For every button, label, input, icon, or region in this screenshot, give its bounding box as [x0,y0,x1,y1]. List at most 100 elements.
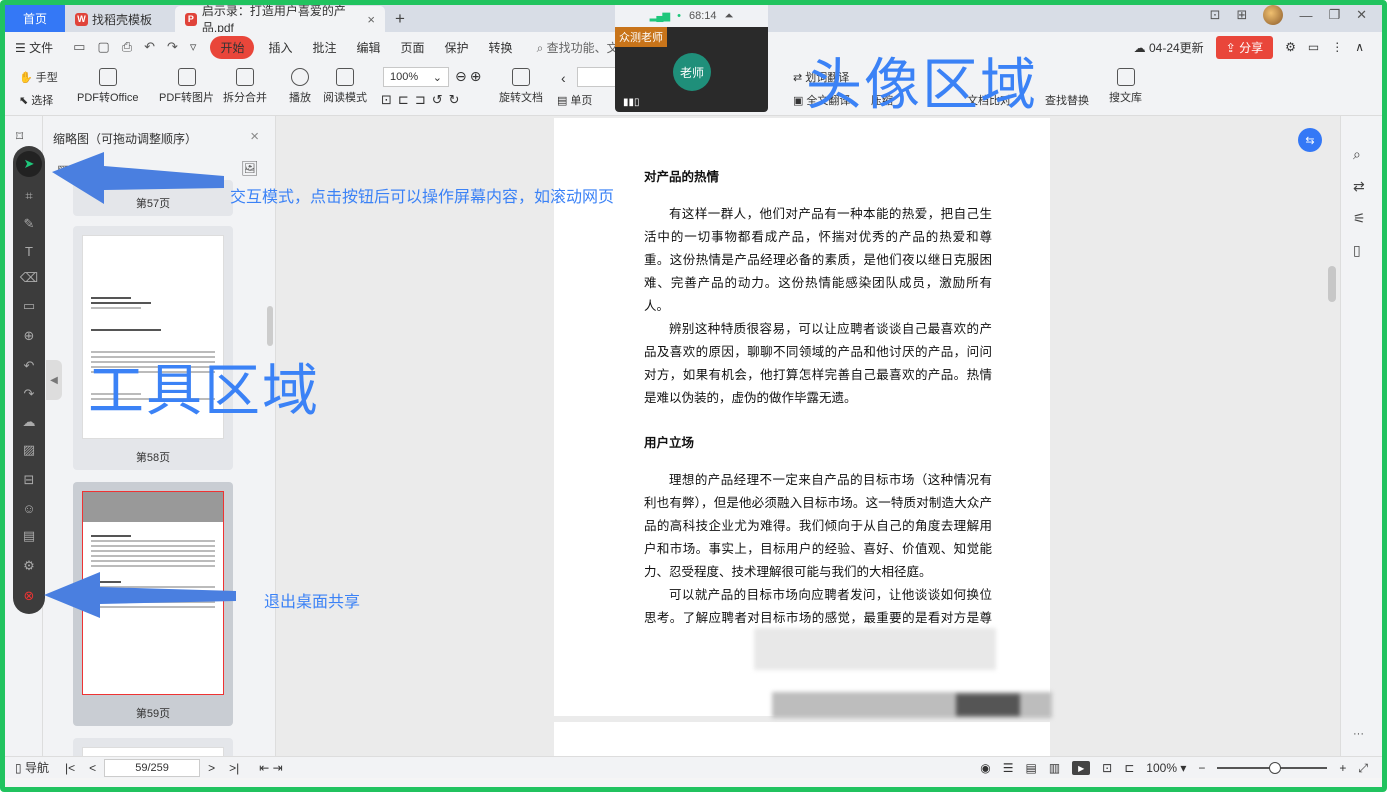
tab-document[interactable]: P 启示录：打造用户喜爱的产品.pdf × [175,4,385,35]
menu-file[interactable]: ☰ 文件 [5,39,63,56]
double-view-icon[interactable]: ▥ [1049,761,1060,775]
translate-icon[interactable]: ⇄ [1353,178,1365,195]
fit-status-icon[interactable]: ⊡ [1102,761,1112,775]
replace-button[interactable]: 查找替换 [1045,92,1089,108]
picture-annotation-icon[interactable]: ▨ [19,440,39,460]
zoom-status[interactable]: 100% ▾ [1146,761,1186,775]
target-icon[interactable]: ⊕ [19,326,39,346]
redo-annotation-icon[interactable]: ↷ [19,384,39,404]
read-mode-button[interactable]: 阅读模式 [323,68,367,105]
fit-width-icon[interactable]: ⊏ [398,92,409,108]
pen-icon[interactable]: ✎ [19,214,39,234]
undo-icon[interactable]: ↶ [144,39,155,55]
chat-icon[interactable]: ▤ [19,526,39,546]
search-icon[interactable]: ⌕ [1353,146,1361,163]
thumbnail-scrollbar[interactable] [267,306,273,346]
pdf-to-image-button[interactable]: PDF转图片 [159,68,214,105]
cloud-icon[interactable]: ☁ [19,412,39,432]
scroll-mode-icon[interactable]: ☰ [1003,761,1014,775]
nav-toggle[interactable]: ▯ 导航 [5,759,59,776]
interactive-pointer-icon[interactable]: ➤ [16,151,42,177]
bookmark-icon[interactable]: ⌑ [16,128,23,145]
update-status[interactable]: ☁ 04-24更新 [1134,39,1204,56]
last-page-icon[interactable]: >| [223,761,245,775]
first-page-icon[interactable]: |< [59,761,81,775]
more-dots-icon[interactable]: ··· [1353,728,1364,740]
video-avatar-window[interactable]: ▂▄▆ • 68:14 ⏶ 众测老师 老师 ▮▮▯ [615,5,768,112]
open-folder-icon[interactable]: ▭ [73,39,85,55]
select-tool[interactable]: ⬉ 选择 [19,92,53,108]
save-icon[interactable]: ▢ [97,39,109,55]
thumbnail-page-60[interactable] [73,738,233,756]
single-view-icon[interactable]: ▤ [1025,761,1036,775]
fullscreen-icon[interactable]: ⤢ [1358,761,1368,776]
rotate-left-icon[interactable]: ↺ [432,92,443,108]
minimize-icon[interactable]: — [1299,8,1312,23]
tab-home[interactable]: 首页 [5,5,65,32]
rectangle-icon[interactable]: ▭ [19,296,39,316]
split-merge-button[interactable]: 拆分合并 [223,68,267,105]
menu-comment[interactable]: 批注 [302,39,346,56]
menu-edit[interactable]: 编辑 [347,39,391,56]
document-scrollbar[interactable] [1328,266,1336,302]
page-number-input[interactable]: 59/259 [104,758,201,777]
settings-annotation-icon[interactable]: ⚙ [19,556,39,576]
next-page-status-icon[interactable]: > [200,761,223,775]
search-lib-button[interactable]: 搜文库 [1109,68,1142,105]
exit-share-icon[interactable]: ⊗ [19,586,39,606]
user-avatar[interactable] [1263,5,1284,25]
zoom-minus-icon[interactable]: − [1198,761,1205,775]
share-button[interactable]: ⇪ 分享 [1215,35,1274,59]
pdf-to-office-button[interactable]: PDF转Office [77,68,139,105]
new-tab-button[interactable]: + [385,6,415,32]
floating-tool-icon[interactable]: ⇆ [1298,128,1322,152]
zoom-select[interactable]: 100% ⌄ [383,67,449,87]
prev-page-icon[interactable]: ‹ [561,70,566,86]
undo-annotation-icon[interactable]: ↶ [19,356,39,376]
restore-icon[interactable]: ❐ [1328,7,1340,23]
more-icon[interactable]: ⋮ [1331,40,1343,54]
toolbox-icon[interactable]: ⊟ [19,470,39,490]
collapse-ribbon-icon[interactable]: ∧ [1355,40,1364,54]
width-status-icon[interactable]: ⊏ [1124,761,1134,775]
zoom-slider[interactable] [1217,762,1328,774]
eye-icon[interactable]: ◉ [980,761,990,775]
actual-size-icon[interactable]: ⊐ [415,92,426,108]
zoom-plus-icon[interactable]: + [1339,761,1346,775]
panel-close-icon[interactable]: × [250,128,259,145]
play-button[interactable]: 播放 [289,68,311,105]
book-open-icon[interactable]: ▯ [1353,242,1361,259]
prev-page-status-icon[interactable]: < [81,761,104,775]
redo-icon[interactable]: ↷ [167,39,178,55]
menu-convert[interactable]: 转换 [479,39,523,56]
crop-icon[interactable]: ⌗ [19,186,39,206]
back-icon[interactable]: ⇤ ⇥ [245,761,296,775]
window-close-icon[interactable]: ✕ [1356,7,1367,23]
page-jump-input[interactable] [577,67,617,87]
zoom-slider-knob[interactable] [1269,762,1282,774]
eraser-icon[interactable]: ⌫ [19,268,39,288]
picture-icon[interactable]: 🖼 [241,160,259,177]
comment-icon[interactable]: ▭ [1308,40,1319,54]
tab-template[interactable]: W 找稻壳模板 [65,6,175,32]
text-icon[interactable]: T [19,241,39,261]
zoom-in-icon[interactable]: ⊕ [470,68,482,85]
filter-icon[interactable]: ⚟ [1353,210,1366,227]
hand-tool[interactable]: ✋ 手型 [19,69,58,85]
menu-insert[interactable]: 插入 [258,39,302,56]
print-icon[interactable]: ⎙ [122,39,132,55]
rotate-doc-button[interactable]: 旋转文档 [499,68,543,105]
settings-icon[interactable]: ⚙ [1285,40,1296,54]
panel-collapse-handle[interactable]: ◀ [46,360,62,400]
dropdown-icon[interactable]: ▿ [190,39,197,55]
single-page-button[interactable]: ▤ 单页 [557,92,592,108]
apps-grid-icon[interactable]: ⊞ [1237,7,1248,23]
tab-close-icon[interactable]: × [367,12,375,27]
user-icon[interactable]: ☺ [19,498,39,518]
menu-start[interactable]: 开始 [210,35,255,59]
layout-icon[interactable]: ⊡ [1210,7,1221,23]
menu-protect[interactable]: 保护 [435,39,479,56]
collapse-video-icon[interactable]: ⏶ [725,10,734,23]
menu-page[interactable]: 页面 [391,39,435,56]
rotate-right-icon[interactable]: ↻ [449,92,460,108]
